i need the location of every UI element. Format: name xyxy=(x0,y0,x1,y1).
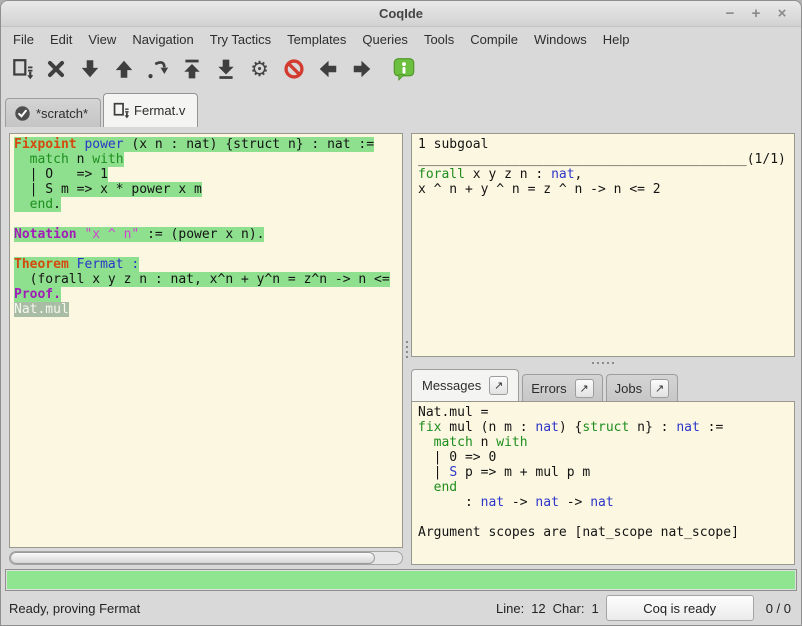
horizontal-scrollbar[interactable] xyxy=(9,551,403,565)
menu-item-file[interactable]: File xyxy=(5,30,42,49)
go-to-cursor-button[interactable] xyxy=(145,56,170,82)
detach-icon: ↗ xyxy=(494,379,503,392)
detach-icon: ↗ xyxy=(655,382,664,395)
pending-counter: 0 / 0 xyxy=(766,601,791,616)
menu-item-templates[interactable]: Templates xyxy=(279,30,354,49)
previous-button[interactable] xyxy=(315,56,340,82)
arrow-up-icon xyxy=(113,58,135,80)
interrupt-icon xyxy=(283,58,305,80)
save-icon xyxy=(11,58,33,80)
arrow-down-icon xyxy=(79,58,101,80)
document-save-icon xyxy=(112,102,129,119)
progress-fill xyxy=(7,571,795,589)
arrow-left-icon xyxy=(317,58,339,80)
tab-errors[interactable]: Errors ↗ xyxy=(522,374,602,401)
go-to-end-button[interactable] xyxy=(213,56,238,82)
menu-item-help[interactable]: Help xyxy=(595,30,638,49)
restart-button[interactable] xyxy=(179,56,204,82)
script-pane: Fixpoint power (x n : nat) {struct n} : … xyxy=(9,133,403,565)
arrow-to-bottom-icon xyxy=(215,58,237,80)
detach-icon: ↗ xyxy=(580,382,589,395)
gear-icon: ⚙ xyxy=(250,59,269,80)
char-value: 1 xyxy=(591,601,598,616)
maximize-button[interactable]: + xyxy=(747,5,765,23)
fully-check-button[interactable]: ⚙ xyxy=(247,56,272,82)
detach-errors-button[interactable]: ↗ xyxy=(575,379,594,398)
menu-item-windows[interactable]: Windows xyxy=(526,30,595,49)
goal-panel: 1 subgoal_______________________________… xyxy=(411,133,795,357)
tab-messages[interactable]: Messages ↗ xyxy=(411,369,519,401)
about-button[interactable] xyxy=(391,56,416,82)
close-icon xyxy=(45,58,67,80)
tab-scratch[interactable]: *scratch* xyxy=(5,98,101,127)
menu-item-edit[interactable]: Edit xyxy=(42,30,80,49)
save-button[interactable] xyxy=(9,56,34,82)
minimize-button[interactable]: − xyxy=(721,5,739,23)
menu-bar: FileEditViewNavigationTry TacticsTemplat… xyxy=(1,27,801,51)
char-label: Char: xyxy=(553,601,585,616)
step-forward-button[interactable] xyxy=(77,56,102,82)
code-editor[interactable]: Fixpoint power (x n : nat) {struct n} : … xyxy=(9,133,403,548)
goto-cursor-icon xyxy=(147,58,169,80)
tab-label: Errors xyxy=(531,381,566,396)
messages-panel: Nat.mul =fix mul (n m : nat) {struct n} … xyxy=(411,401,795,565)
close-file-button[interactable] xyxy=(43,56,68,82)
menu-item-queries[interactable]: Queries xyxy=(354,30,416,49)
line-label: Line: xyxy=(496,601,524,616)
detach-jobs-button[interactable]: ↗ xyxy=(650,379,669,398)
menu-item-try-tactics[interactable]: Try Tactics xyxy=(202,30,279,49)
progress-bar xyxy=(5,569,797,591)
menu-item-compile[interactable]: Compile xyxy=(462,30,526,49)
arrow-right-icon xyxy=(351,58,373,80)
title-bar: CoqIde − + × xyxy=(1,1,801,27)
line-value: 12 xyxy=(531,601,545,616)
menu-item-navigation[interactable]: Navigation xyxy=(124,30,201,49)
tab-fermat[interactable]: Fermat.v xyxy=(103,93,198,127)
message-tab-bar: Messages ↗ Errors ↗ Jobs ↗ xyxy=(411,369,795,401)
scrollbar-thumb[interactable] xyxy=(10,552,375,564)
main-area: Fixpoint power (x n : nat) {struct n} : … xyxy=(1,127,801,569)
coq-state-button: Coq is ready xyxy=(606,595,754,621)
window-title: CoqIde xyxy=(1,6,801,21)
status-bar: Ready, proving Fermat Line: 12 Char: 1 C… xyxy=(1,591,801,625)
goal-messages-splitter[interactable] xyxy=(411,357,795,369)
document-tab-bar: *scratch* Fermat.v xyxy=(1,87,801,127)
menu-item-view[interactable]: View xyxy=(80,30,124,49)
detach-messages-button[interactable]: ↗ xyxy=(489,376,508,395)
close-button[interactable]: × xyxy=(773,5,791,23)
window-controls: − + × xyxy=(721,5,801,23)
tab-label: Fermat.v xyxy=(134,103,185,118)
status-text: Ready, proving Fermat xyxy=(9,601,140,616)
vertical-splitter[interactable] xyxy=(403,133,411,565)
interrupt-button[interactable] xyxy=(281,56,306,82)
info-icon xyxy=(392,57,416,81)
coqide-window: CoqIde − + × FileEditViewNavigationTry T… xyxy=(0,0,802,626)
arrow-to-top-icon xyxy=(181,58,203,80)
tab-label: *scratch* xyxy=(36,106,88,121)
tab-jobs[interactable]: Jobs ↗ xyxy=(606,374,678,401)
tab-label: Messages xyxy=(422,378,481,393)
menu-item-tools[interactable]: Tools xyxy=(416,30,462,49)
status-right: Line: 12 Char: 1 Coq is ready 0 / 0 xyxy=(496,595,791,621)
tab-label: Jobs xyxy=(615,381,642,396)
proof-column: 1 subgoal_______________________________… xyxy=(411,133,795,565)
step-backward-button[interactable] xyxy=(111,56,136,82)
next-button[interactable] xyxy=(349,56,374,82)
check-circle-icon xyxy=(14,105,31,122)
toolbar: ⚙ xyxy=(1,51,801,87)
